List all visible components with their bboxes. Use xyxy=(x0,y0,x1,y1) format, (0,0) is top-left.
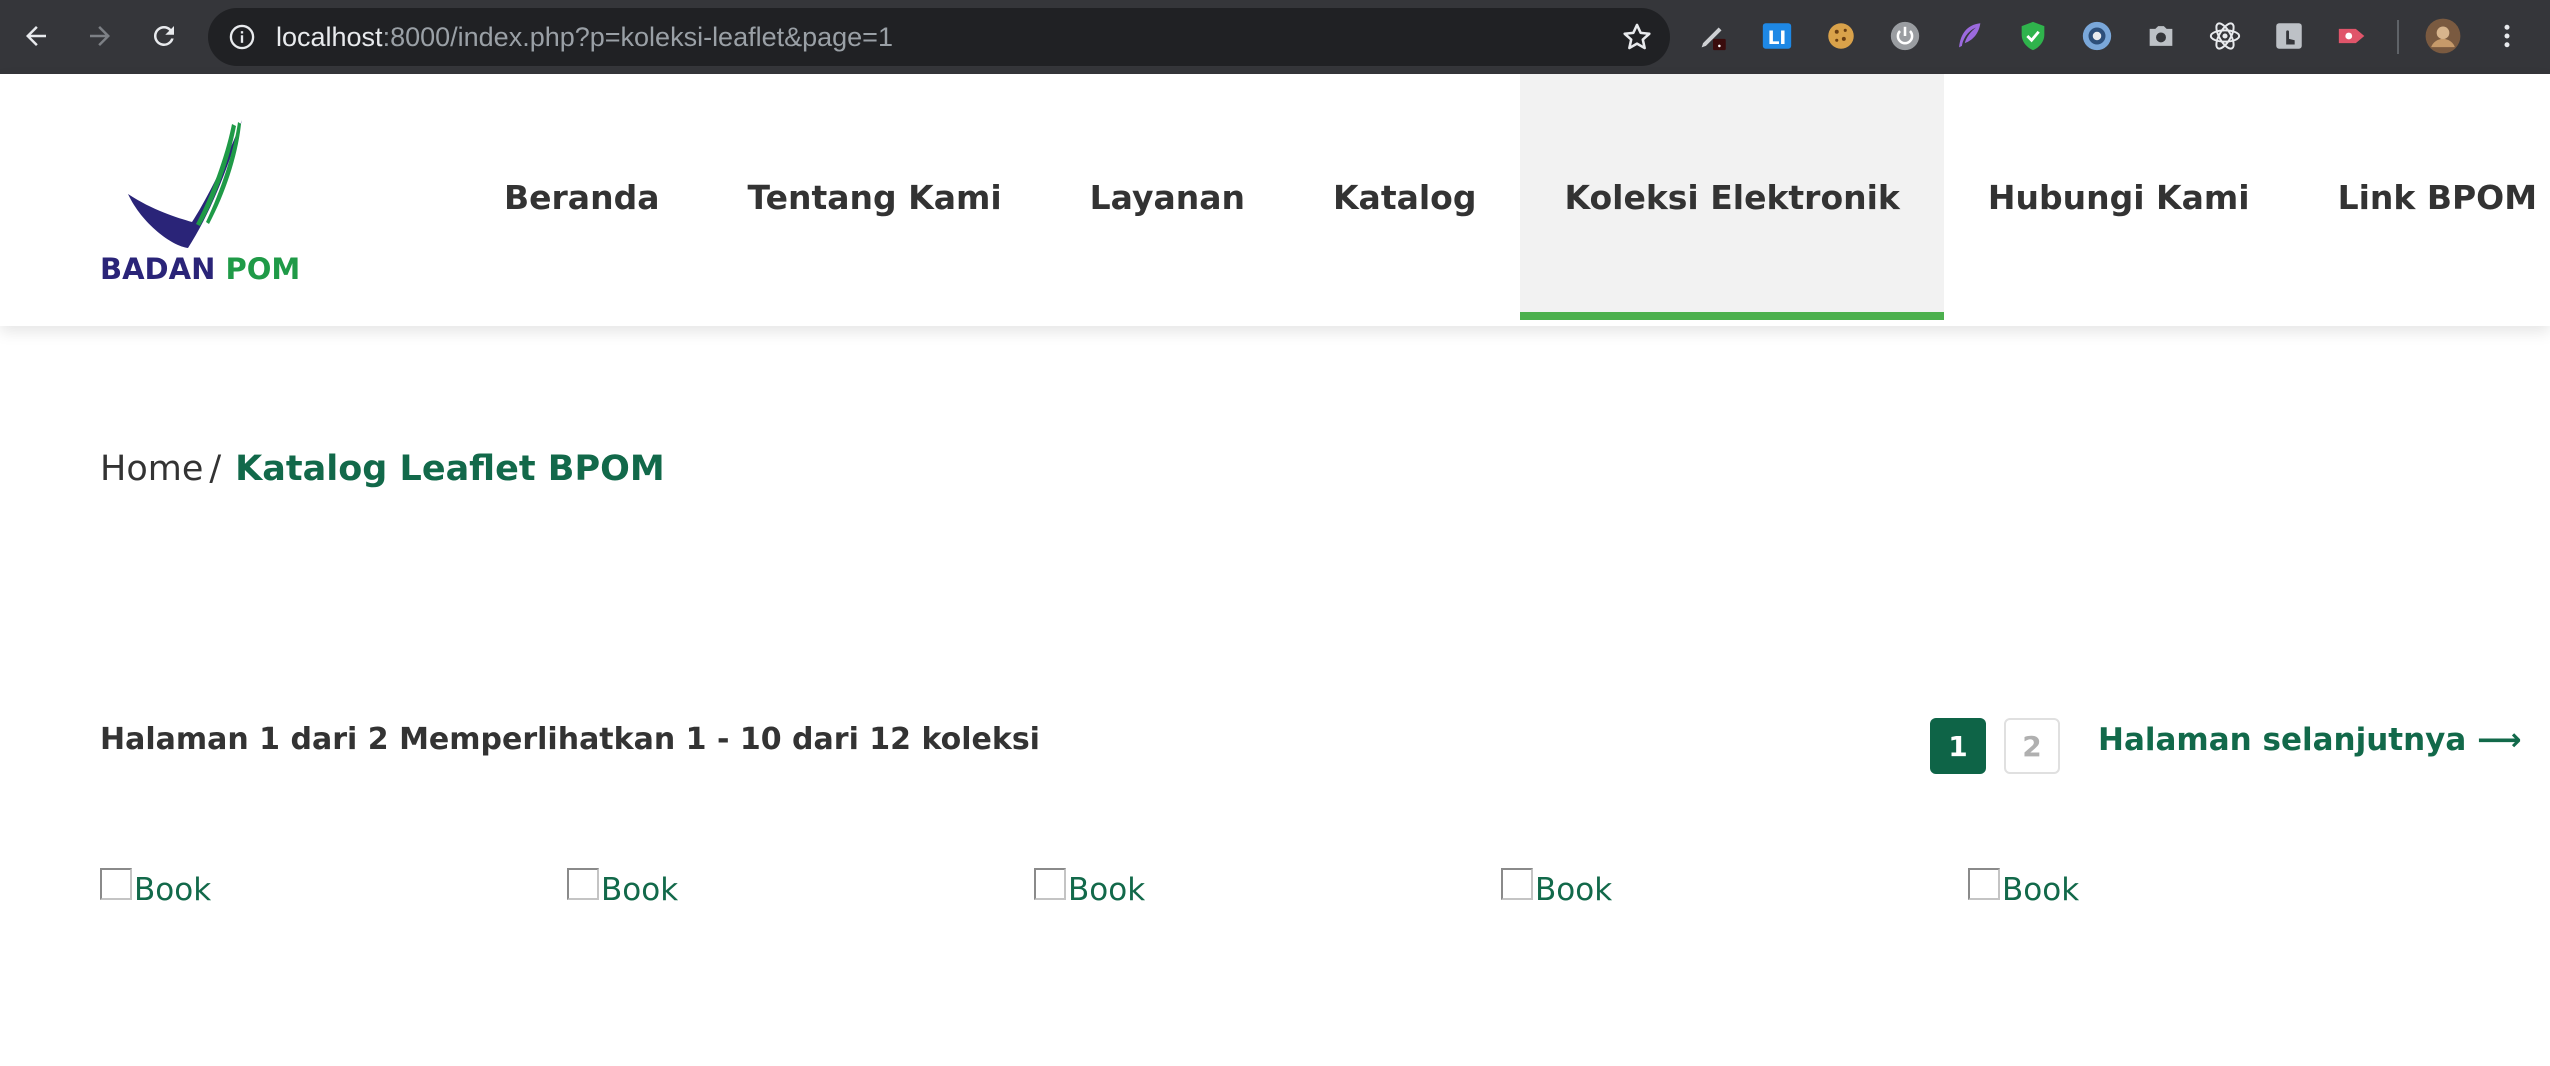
nav-beranda[interactable]: Beranda xyxy=(460,74,703,320)
record-icon[interactable] xyxy=(2334,17,2372,55)
breadcrumb: Home / Katalog Leaflet BPOM xyxy=(100,449,665,489)
url-text[interactable]: localhost:8000/index.php?p=koleksi-leafl… xyxy=(276,22,893,53)
camera-icon[interactable] xyxy=(2142,17,2180,55)
nav-hubungi-kami[interactable]: Hubungi Kami xyxy=(1944,74,2294,320)
feather-icon[interactable] xyxy=(1950,17,1988,55)
book-item[interactable]: Book xyxy=(567,868,678,908)
logo-check-icon xyxy=(128,120,242,248)
nav-link-bpom[interactable]: Link BPOM xyxy=(2294,74,2550,320)
address-bar[interactable]: localhost:8000/index.php?p=koleksi-leafl… xyxy=(208,8,1670,66)
nav-katalog[interactable]: Katalog xyxy=(1289,74,1521,320)
reload-icon xyxy=(153,25,174,46)
url-host: localhost xyxy=(276,22,383,52)
browser-toolbar: localhost:8000/index.php?p=koleksi-leafl… xyxy=(0,0,2550,74)
svg-text:LI: LI xyxy=(1768,28,1787,49)
circle-icon[interactable] xyxy=(2078,17,2116,55)
book-alt-text: Book xyxy=(1068,872,1146,908)
avatar[interactable] xyxy=(2424,17,2462,55)
url-path: :8000/index.php?p=koleksi-leaflet&page=1 xyxy=(382,22,893,52)
info-icon[interactable] xyxy=(228,23,256,51)
menu-kebab-icon[interactable] xyxy=(2488,17,2526,55)
book-alt-text: Book xyxy=(134,872,212,908)
power-icon[interactable] xyxy=(1886,17,1924,55)
arrow-left-icon xyxy=(26,26,46,46)
breadcrumb-home[interactable]: Home xyxy=(100,449,203,489)
react-icon[interactable] xyxy=(2206,17,2244,55)
pagination: 1 2 xyxy=(1930,718,2060,774)
page-2-button[interactable]: 2 xyxy=(2004,718,2060,774)
arrow-right-icon xyxy=(90,26,110,46)
main-navigation: Beranda Tentang Kami Layanan Katalog Kol… xyxy=(460,74,2550,320)
broken-image-icon xyxy=(1034,868,1066,900)
cookie-icon[interactable] xyxy=(1822,17,1860,55)
logo-wordmark: BADAN POM xyxy=(100,252,300,286)
pagination-info: Halaman 1 dari 2 Memperlihatkan 1 - 10 d… xyxy=(100,722,1040,757)
breadcrumb-current: Katalog Leaflet BPOM xyxy=(235,449,665,489)
book-item[interactable]: Book xyxy=(1968,868,2079,908)
broken-image-icon xyxy=(567,868,599,900)
nav-tentang-kami[interactable]: Tentang Kami xyxy=(703,74,1045,320)
book-alt-text: Book xyxy=(601,872,679,908)
back-button[interactable] xyxy=(16,16,56,56)
forward-button[interactable] xyxy=(80,16,120,56)
site-header: BADAN POM Beranda Tentang Kami Layanan K… xyxy=(0,74,2550,326)
breadcrumb-separator: / xyxy=(209,449,222,489)
next-page-link[interactable]: Halaman selanjutnya ⟶ xyxy=(2098,722,2522,758)
nav-koleksi-elektronik[interactable]: Koleksi Elektronik xyxy=(1520,74,1945,320)
logo-word-pom: POM xyxy=(225,252,301,286)
book-item[interactable]: Book xyxy=(100,868,211,908)
broken-image-icon xyxy=(100,868,132,900)
logo-word-badan: BADAN xyxy=(100,252,216,286)
book-item[interactable]: Book xyxy=(1501,868,1612,908)
hand-icon[interactable] xyxy=(2270,17,2308,55)
shield-icon[interactable] xyxy=(2014,17,2052,55)
bookmark-star-icon[interactable] xyxy=(1620,20,1654,54)
site-logo[interactable]: BADAN POM xyxy=(100,114,300,294)
toolbar-divider xyxy=(2397,20,2399,54)
book-alt-text: Book xyxy=(1535,872,1613,908)
li-icon[interactable]: LI xyxy=(1758,17,1796,55)
broken-image-icon xyxy=(1968,868,2000,900)
reload-button[interactable] xyxy=(144,16,184,56)
book-alt-text: Book xyxy=(2002,872,2080,908)
pen-icon[interactable] xyxy=(1694,17,1732,55)
broken-image-icon xyxy=(1501,868,1533,900)
book-item[interactable]: Book xyxy=(1034,868,1145,908)
nav-layanan[interactable]: Layanan xyxy=(1046,74,1289,320)
page-1-button[interactable]: 1 xyxy=(1930,718,1986,774)
